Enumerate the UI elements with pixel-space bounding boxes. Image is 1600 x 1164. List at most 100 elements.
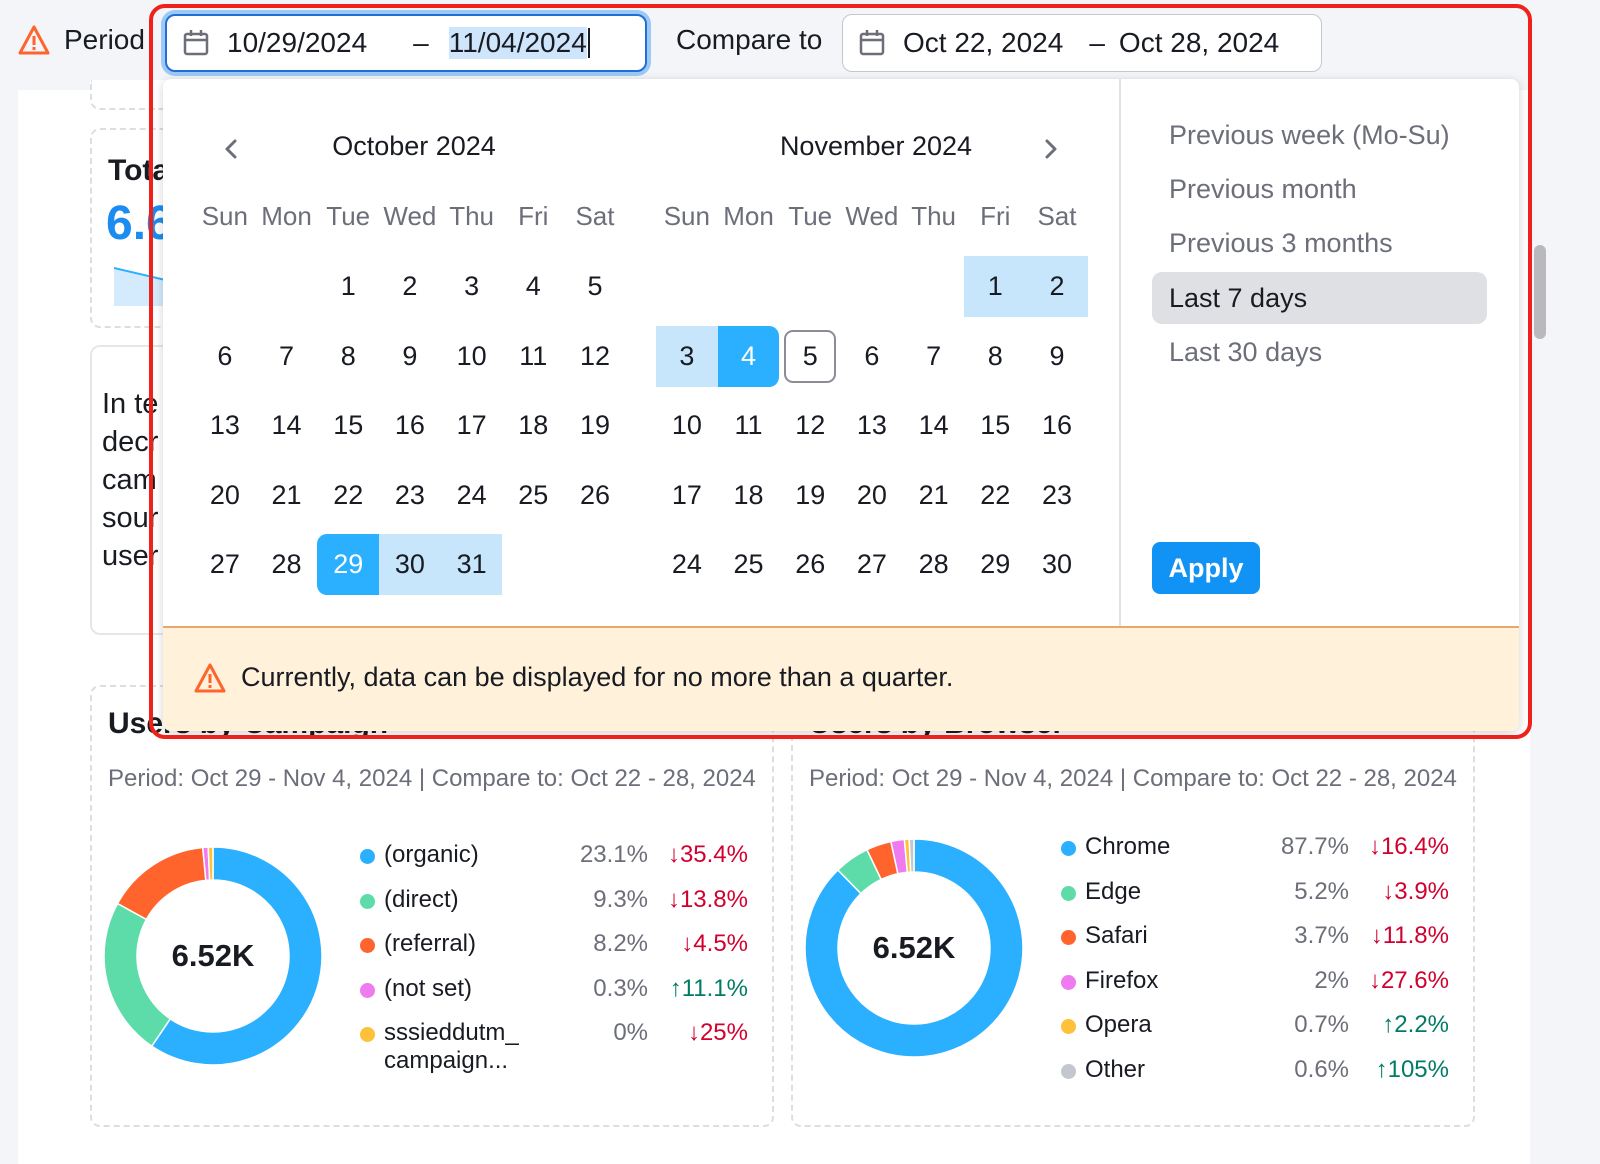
day-cell[interactable]: 20 [194, 465, 256, 526]
legend-item[interactable]: Safari 3.7% ↓11.8% [1059, 918, 1455, 963]
day-cell[interactable]: 1 [964, 256, 1027, 318]
day-cell[interactable]: 4 [502, 256, 564, 317]
legend-color-dot [360, 849, 375, 864]
day-cell[interactable]: 7 [903, 326, 965, 387]
day-cell[interactable]: 8 [964, 326, 1026, 387]
preset-previous-month[interactable]: Previous month [1152, 163, 1487, 215]
period-start-date[interactable]: 10/29/2024 [227, 27, 367, 59]
day-cell[interactable]: 25 [718, 534, 780, 595]
day-cell[interactable]: 19 [564, 395, 626, 456]
legend-item[interactable]: (not set) 0.3% ↑11.1% [358, 971, 754, 1016]
day-cell[interactable]: 17 [441, 395, 503, 456]
day-cell[interactable]: 9 [379, 326, 441, 387]
day-cell[interactable]: 1 [317, 256, 379, 317]
day-cell[interactable]: 13 [841, 395, 903, 456]
day-cell[interactable]: 21 [256, 465, 318, 526]
calendar-icon [859, 30, 885, 56]
day-cell[interactable]: 30 [379, 534, 441, 596]
day-cell[interactable]: 3 [656, 325, 718, 387]
day-cell[interactable]: 29 [964, 534, 1026, 595]
legend-item[interactable]: Opera 0.7% ↑2.2% [1059, 1007, 1455, 1052]
day-cell[interactable]: 30 [1026, 534, 1088, 595]
compare-start-date[interactable]: Oct 22, 2024 [903, 27, 1063, 59]
preset-previous-week[interactable]: Previous week (Mo-Su) [1152, 109, 1487, 161]
empty-day-cell [256, 256, 318, 317]
legend-item[interactable]: (direct) 9.3% ↓13.8% [358, 882, 754, 927]
day-cell[interactable]: 23 [379, 465, 441, 526]
day-cell[interactable]: 31 [440, 534, 503, 596]
period-date-range-input[interactable]: 10/29/2024 – 11/04/2024 [165, 14, 647, 72]
date-range-picker-popup: October 2024 Sun Mon Tue Wed Thu Fri Sat 12345… [163, 79, 1519, 731]
day-cell[interactable]: 8 [317, 326, 379, 387]
day-cell[interactable]: 11 [718, 395, 780, 456]
donut-slice[interactable] [116, 846, 207, 921]
day-cell[interactable]: 18 [718, 465, 780, 526]
preset-last-7-days[interactable]: Last 7 days [1152, 272, 1487, 324]
day-cell[interactable]: 27 [841, 534, 903, 595]
day-cell[interactable]: 11 [502, 326, 564, 387]
day-cell[interactable]: 10 [441, 326, 503, 387]
day-cell[interactable]: 13 [194, 395, 256, 456]
day-cell[interactable]: 16 [379, 395, 441, 456]
day-cell[interactable]: 18 [502, 395, 564, 456]
day-cell[interactable]: 2 [379, 256, 441, 317]
day-cell[interactable]: 6 [194, 326, 256, 387]
day-cell[interactable]: 21 [903, 465, 965, 526]
day-cell[interactable]: 28 [256, 534, 318, 595]
day-cell[interactable]: 17 [656, 465, 718, 526]
day-cell[interactable]: 6 [841, 326, 903, 387]
day-cell[interactable]: 15 [317, 395, 379, 456]
preset-previous-3-months[interactable]: Previous 3 months [1152, 217, 1487, 269]
day-number: 16 [1041, 410, 1072, 441]
legend-item[interactable]: (referral) 8.2% ↓4.5% [358, 926, 754, 971]
day-cell[interactable]: 5 [779, 326, 841, 387]
day-cell[interactable]: 22 [317, 465, 379, 526]
weekday-label: Fri [518, 201, 549, 231]
day-cell[interactable]: 3 [441, 256, 503, 317]
legend-item[interactable]: Firefox 2% ↓27.6% [1059, 963, 1455, 1008]
day-cell[interactable]: 16 [1026, 395, 1088, 456]
day-cell[interactable]: 2 [1026, 256, 1088, 318]
scrollbar-thumb[interactable] [1534, 245, 1546, 339]
apply-button[interactable]: Apply [1152, 542, 1260, 594]
day-cell[interactable]: 10 [656, 395, 718, 456]
day-cell[interactable]: 4 [717, 325, 780, 387]
day-cell[interactable]: 26 [564, 465, 626, 526]
day-cell[interactable]: 19 [779, 465, 841, 526]
arrow-up-icon: ↑ [669, 974, 682, 1002]
legend-item[interactable]: Edge 5.2% ↓3.9% [1059, 874, 1455, 919]
day-cell[interactable]: 12 [564, 326, 626, 387]
day-cell[interactable]: 12 [779, 395, 841, 456]
day-cell[interactable]: 28 [903, 534, 965, 595]
legend-item[interactable]: (organic) 23.1% ↓35.4% [358, 837, 754, 882]
compare-date-range-input[interactable]: Oct 22, 2024 – Oct 28, 2024 [842, 14, 1322, 72]
legend-item[interactable]: Chrome 87.7% ↓16.4% [1059, 829, 1455, 874]
day-cell[interactable]: 15 [964, 395, 1026, 456]
day-number: 16 [394, 410, 425, 441]
day-cell[interactable]: 9 [1026, 326, 1088, 387]
preset-last-30-days[interactable]: Last 30 days [1152, 326, 1487, 378]
compare-end-date[interactable]: Oct 28, 2024 [1119, 27, 1279, 59]
day-cell[interactable]: 5 [564, 256, 626, 317]
day-cell[interactable]: 20 [841, 465, 903, 526]
change-value: 13.8% [679, 885, 748, 913]
day-cell[interactable]: 25 [502, 465, 564, 526]
day-cell[interactable]: 29 [317, 534, 380, 596]
day-cell[interactable]: 14 [256, 395, 318, 456]
day-number: 4 [741, 340, 757, 371]
day-cell[interactable]: 22 [964, 465, 1026, 526]
day-cell[interactable]: 14 [903, 395, 965, 456]
day-cell[interactable]: 27 [194, 534, 256, 595]
day-cell[interactable]: 26 [779, 534, 841, 595]
day-cell[interactable]: 7 [256, 326, 318, 387]
legend-item[interactable]: Other 0.6% ↑105% [1059, 1052, 1455, 1097]
donut-slice[interactable] [908, 838, 915, 873]
period-end-date[interactable]: 11/04/2024 [448, 27, 587, 59]
day-cell[interactable]: 24 [441, 465, 503, 526]
day-number: 7 [926, 340, 942, 371]
legend-item[interactable]: sssieddutm_ campaign... 0% ↓25% [358, 1015, 754, 1089]
day-cell[interactable]: 23 [1026, 465, 1088, 526]
day-cell[interactable]: 24 [656, 534, 718, 595]
donut-slice[interactable] [207, 846, 214, 881]
donut-slice[interactable] [103, 902, 172, 1048]
